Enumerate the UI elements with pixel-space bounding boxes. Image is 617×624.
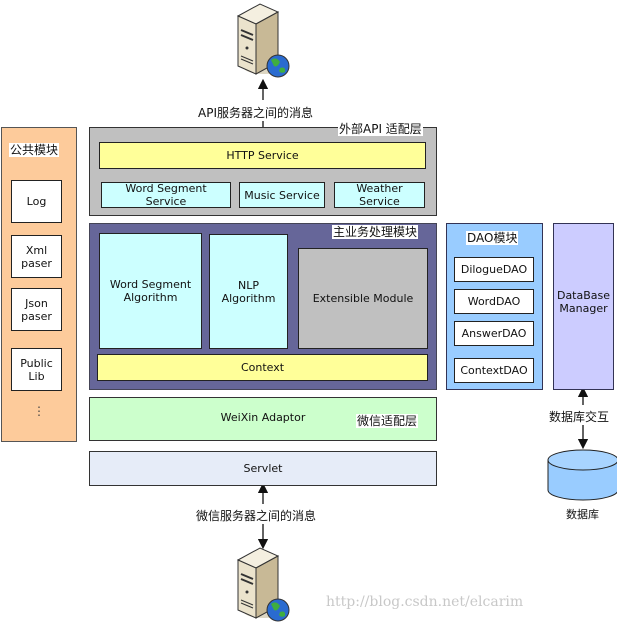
word-segment-service: Word Segment Service [101,182,231,208]
music-service: Music Service [239,182,325,208]
database-manager: DataBase Manager [553,223,614,390]
dao-item-dilogue: DilogueDAO [454,257,534,282]
word-segment-algorithm: Word Segment Algorithm [99,233,202,349]
dao-item-word: WordDAO [454,289,534,314]
dao-item-answer: AnswerDAO [454,321,534,346]
dao-item-context: ContextDAO [454,358,534,383]
common-module-title: 公共模块 [9,143,60,157]
common-item-log: Log [11,180,62,223]
common-item-json-paser: Json paser [11,288,62,331]
extensible-module: Extensible Module [298,248,428,349]
dao-module-title: DAO模块 [466,231,519,245]
database-caption: 数据库 [566,506,599,522]
api-message-caption: API服务器之间的消息 [198,104,313,121]
http-service: HTTP Service [99,142,426,169]
nlp-algorithm: NLP Algorithm [209,234,288,349]
weixin-message-caption: 微信服务器之间的消息 [196,507,317,524]
api-adaptor-title: 外部API 适配层 [338,122,423,136]
servlet: Servlet [89,451,437,486]
weather-service: Weather Service [334,182,425,208]
business-module-title: 主业务处理模块 [332,225,419,239]
common-item-public-lib: Public Lib [11,348,62,391]
common-item-xml-paser: Xml paser [11,235,62,278]
common-more-ellipsis: ⋮ [33,404,45,418]
context: Context [97,354,428,381]
top-server-icon [236,3,290,78]
watermark: http://blog.csdn.net/elcarim [326,594,524,610]
database-cylinder-icon [547,449,617,501]
common-module [1,127,77,442]
weixin-adaptor-title: 微信适配层 [356,414,419,428]
bottom-server-icon [236,547,290,622]
db-interaction-caption: 数据库交互 [549,408,610,425]
